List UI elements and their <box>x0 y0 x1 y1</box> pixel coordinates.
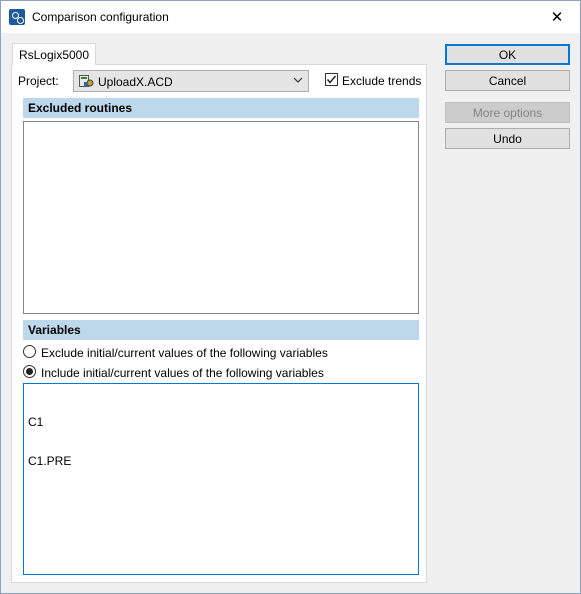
undo-button[interactable]: Undo <box>445 128 570 149</box>
more-options-button: More options <box>445 102 570 123</box>
exclude-trends-checkbox[interactable] <box>325 73 338 86</box>
project-label: Project: <box>18 74 59 88</box>
close-button[interactable]: ✕ <box>534 1 580 32</box>
variables-header: Variables <box>23 320 419 340</box>
chevron-down-icon <box>293 77 303 83</box>
comparison-config-dialog: Comparison configuration ✕ RsLogix5000 P… <box>0 0 581 594</box>
tab-rslogix5000[interactable]: RsLogix5000 <box>12 43 96 65</box>
ok-button[interactable]: OK <box>445 44 570 65</box>
include-variables-label: Include initial/current values of the fo… <box>41 366 324 380</box>
acd-file-icon <box>79 75 94 87</box>
variable-entry: C1 <box>28 415 44 429</box>
title-bar: Comparison configuration ✕ <box>1 1 580 33</box>
window-title: Comparison configuration <box>32 10 169 24</box>
checkmark-icon <box>326 75 337 84</box>
variable-entry: C1.PRE <box>28 454 72 468</box>
exclude-trends-label: Exclude trends <box>342 74 422 88</box>
exclude-variables-radio[interactable] <box>23 345 36 358</box>
project-dropdown[interactable]: UploadX.ACD <box>73 70 309 92</box>
exclude-variables-label: Exclude initial/current values of the fo… <box>41 346 328 360</box>
excluded-routines-list[interactable] <box>23 121 419 314</box>
close-icon: ✕ <box>550 8 564 26</box>
variables-list: C1 C1.PRE <box>28 390 71 494</box>
cancel-button[interactable]: Cancel <box>445 70 570 91</box>
variables-textbox[interactable]: C1 C1.PRE <box>23 383 419 575</box>
project-value: UploadX.ACD <box>98 75 173 89</box>
excluded-routines-header: Excluded routines <box>23 98 419 118</box>
include-variables-radio[interactable] <box>23 365 36 378</box>
app-config-icon <box>9 9 25 25</box>
